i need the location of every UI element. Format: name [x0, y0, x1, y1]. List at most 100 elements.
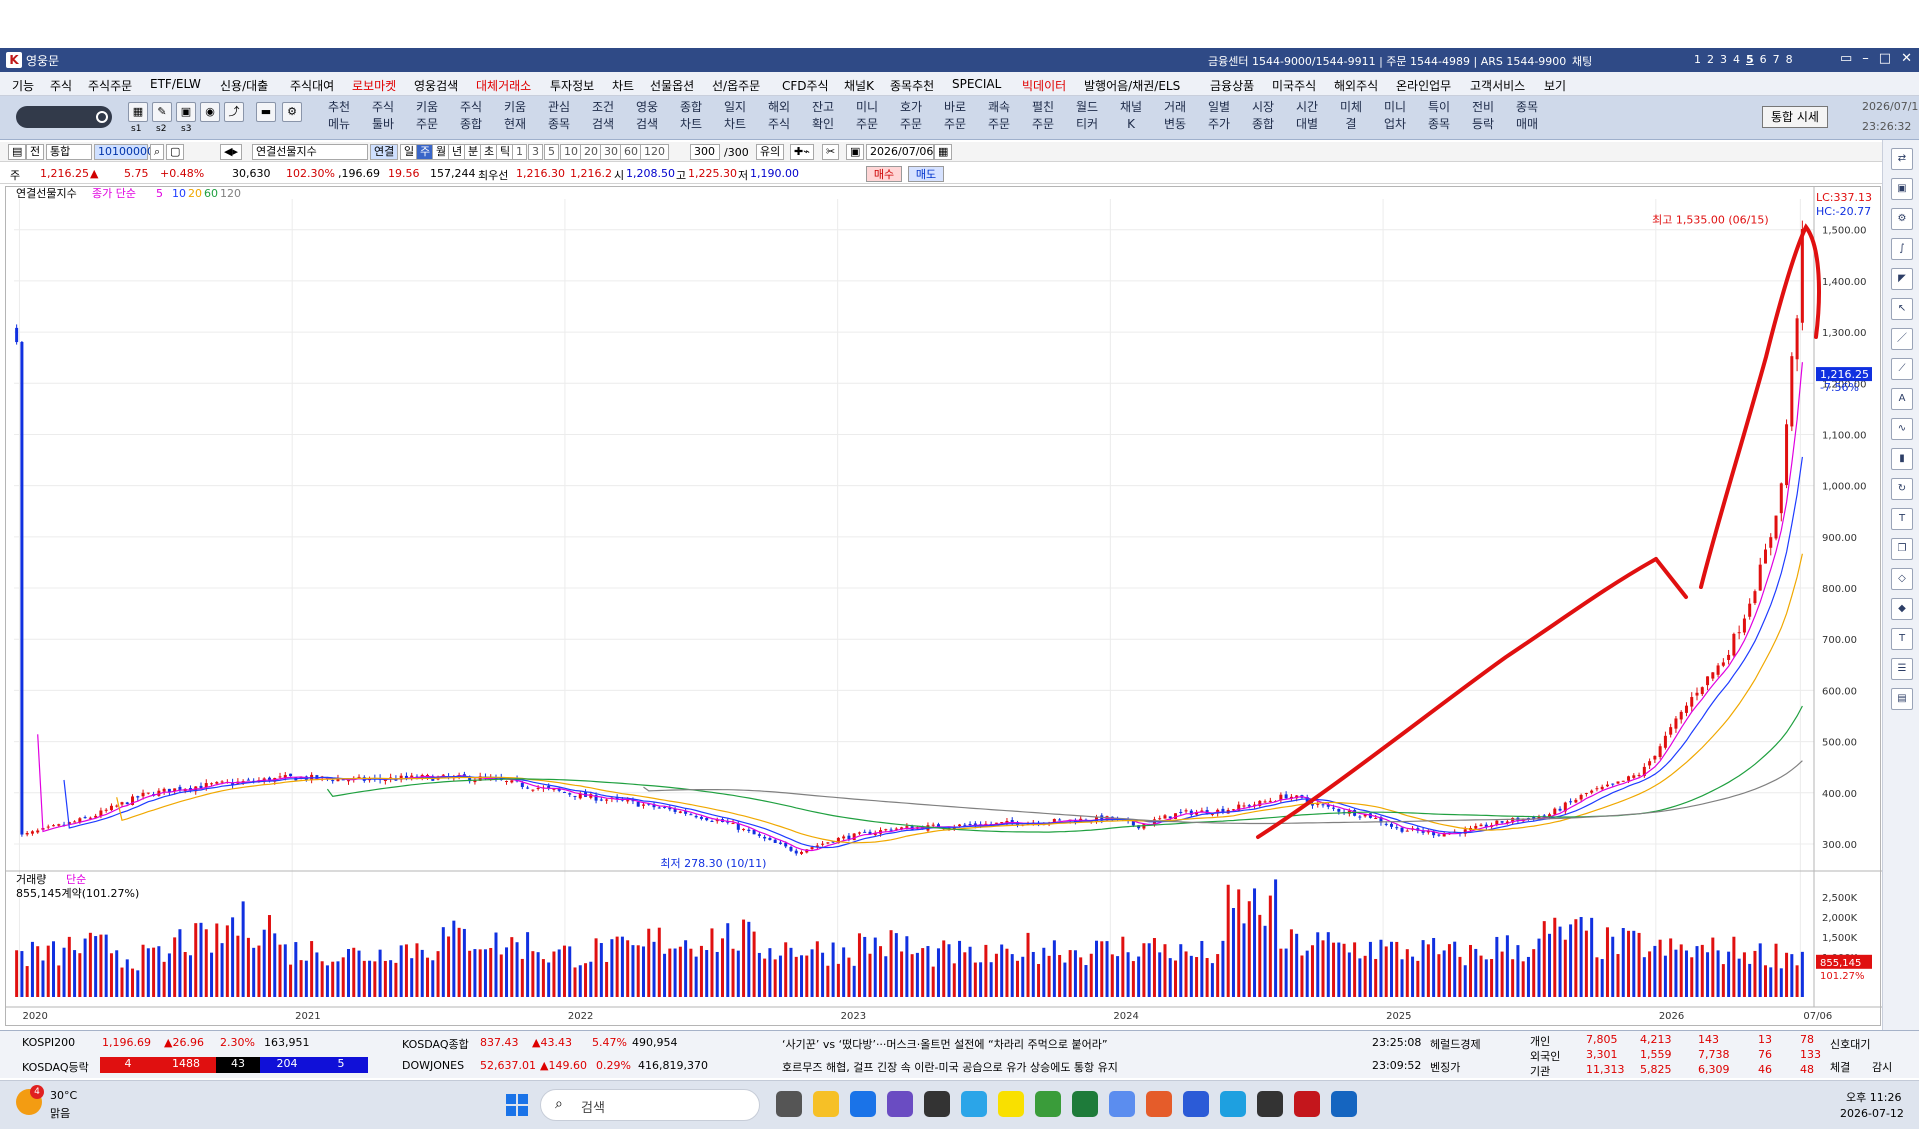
windows-start-icon[interactable]: [505, 1093, 529, 1117]
docs-icon[interactable]: [1220, 1091, 1246, 1117]
page-4[interactable]: 4: [1733, 53, 1740, 66]
text-box-icon[interactable]: T: [1891, 628, 1913, 650]
toolbar-button[interactable]: 키움 현재: [494, 99, 536, 137]
chat-button[interactable]: 채팅: [1572, 53, 1592, 69]
cursor-icon[interactable]: ↖: [1891, 298, 1913, 320]
menu-item[interactable]: 주식대여: [290, 77, 334, 94]
toolbar-button[interactable]: 종합 차트: [670, 99, 712, 137]
indicator-icon[interactable]: ∫: [1891, 238, 1913, 260]
camera-icon[interactable]: ◉: [200, 102, 220, 122]
close-icon[interactable]: ✕: [1901, 51, 1912, 66]
sync-icon[interactable]: ⇄: [1891, 148, 1913, 170]
tool-icon[interactable]: ✚⌁: [790, 144, 814, 160]
menu-item[interactable]: CFD주식: [782, 77, 829, 94]
all-button[interactable]: 전: [26, 144, 45, 160]
sell-button[interactable]: 매도: [908, 166, 944, 182]
page-5[interactable]: 5: [1746, 53, 1754, 66]
pen-icon[interactable]: ✎: [152, 102, 172, 122]
toolbar-button[interactable]: 키움 주문: [406, 99, 448, 137]
interval-button[interactable]: 60: [620, 144, 642, 160]
menu-item[interactable]: 선/옵주문: [712, 77, 760, 94]
toolbar-button[interactable]: 전비 등락: [1462, 99, 1504, 137]
save-icon[interactable]: ▣: [846, 144, 865, 160]
interval-button[interactable]: 1: [512, 144, 527, 160]
menu-item[interactable]: 로보마켓: [352, 77, 396, 94]
toolbar-button[interactable]: 관심 종목: [538, 99, 580, 137]
toolbar-button[interactable]: 추천 메뉴: [318, 99, 360, 137]
page-1[interactable]: 1: [1694, 53, 1701, 66]
list-icon[interactable]: ☰: [1891, 658, 1913, 680]
toolbar-button[interactable]: 일지 차트: [714, 99, 756, 137]
toolbar-button[interactable]: 종목 매매: [1506, 99, 1548, 137]
monitor-tab[interactable]: 감시: [1872, 1059, 1892, 1075]
menu-item[interactable]: 미국주식: [1272, 77, 1316, 94]
wave-icon[interactable]: ∿: [1891, 418, 1913, 440]
line-icon[interactable]: ／: [1891, 328, 1913, 350]
menu-item[interactable]: 금융상품: [1210, 77, 1254, 94]
gear-icon[interactable]: ⚙: [1891, 208, 1913, 230]
toolbar-button[interactable]: 호가 주문: [890, 99, 932, 137]
page-2[interactable]: 2: [1707, 53, 1714, 66]
caution-button[interactable]: 유의: [756, 144, 785, 160]
excel-icon[interactable]: [1072, 1091, 1098, 1117]
interval-button[interactable]: 30: [600, 144, 622, 160]
toolbar-button[interactable]: 해외 주식: [758, 99, 800, 137]
menu-item[interactable]: 발행어음/채권/ELS: [1084, 77, 1180, 94]
toolbar-button[interactable]: 미니 업차: [1374, 99, 1416, 137]
code-input[interactable]: 10100000: [94, 144, 154, 160]
interval-button[interactable]: 5: [544, 144, 559, 160]
menu-item[interactable]: 영웅검색: [414, 77, 458, 94]
toolbar-button[interactable]: 채널 K: [1110, 99, 1152, 137]
search-pill[interactable]: [16, 106, 112, 128]
minimize-icon[interactable]: –: [1862, 51, 1869, 66]
arrow-icon[interactable]: ↻: [1891, 478, 1913, 500]
page-8[interactable]: 8: [1786, 53, 1793, 66]
note-icon[interactable]: ❐: [1891, 538, 1913, 560]
page-7[interactable]: 7: [1773, 53, 1780, 66]
menu-item[interactable]: 주식: [50, 77, 72, 94]
taskview-icon[interactable]: [776, 1091, 802, 1117]
buy-button[interactable]: 매수: [866, 166, 902, 182]
text-icon[interactable]: T: [1891, 508, 1913, 530]
menu-item[interactable]: 주식주문: [88, 77, 132, 94]
menu-item[interactable]: 선물옵션: [650, 77, 694, 94]
page-3[interactable]: 3: [1720, 53, 1727, 66]
count-input[interactable]: 300: [690, 144, 720, 160]
menu-item[interactable]: 신용/대출: [220, 77, 268, 94]
interval-button[interactable]: 120: [640, 144, 669, 160]
candle-icon[interactable]: ▮: [1891, 448, 1913, 470]
kakaotalk-icon[interactable]: [998, 1091, 1024, 1117]
menu-item[interactable]: 해외주식: [1334, 77, 1378, 94]
item-name[interactable]: 연결선물지수: [252, 144, 368, 160]
menu-item[interactable]: 투자정보: [550, 77, 594, 94]
order-icon[interactable]: ▦: [128, 102, 148, 122]
menu-item[interactable]: 대체거래소: [476, 77, 531, 94]
lock-icon[interactable]: ▣: [176, 102, 196, 122]
menu-item[interactable]: 보기: [1544, 77, 1566, 94]
eraser-icon[interactable]: ◇: [1891, 568, 1913, 590]
news-headline-1[interactable]: ‘사기꾼’ vs ‘떴다방’···머스크·올트먼 설전에 “차라리 주먹으로 붙…: [782, 1036, 1108, 1052]
taskbar-search[interactable]: ⌕ 검색: [540, 1089, 760, 1121]
network-icon[interactable]: [1035, 1091, 1061, 1117]
sticky-icon[interactable]: [924, 1091, 950, 1117]
g-app-icon[interactable]: [1331, 1091, 1357, 1117]
toolbar-button[interactable]: 주식 종합: [450, 99, 492, 137]
chart-icon[interactable]: ◤: [1891, 268, 1913, 290]
eraser-all-icon[interactable]: ◆: [1891, 598, 1913, 620]
word-icon[interactable]: [1183, 1091, 1209, 1117]
link-icon[interactable]: ⤴: [224, 102, 244, 122]
history-icon[interactable]: ▢: [166, 144, 185, 160]
signal-wait[interactable]: 신호대기: [1830, 1036, 1870, 1052]
gear-icon[interactable]: ⚙: [282, 102, 302, 122]
edge-icon[interactable]: [850, 1091, 876, 1117]
export-icon[interactable]: ▤: [1891, 688, 1913, 710]
restore-icon[interactable]: ▭: [1840, 51, 1852, 66]
explorer-icon[interactable]: [813, 1091, 839, 1117]
toolbar-button[interactable]: 미체 결: [1330, 99, 1372, 137]
interval-button[interactable]: 20: [580, 144, 602, 160]
menu-item[interactable]: 채널K: [844, 77, 874, 94]
chart-area[interactable]: 연결선물지수 종가 단순 5 10 20 60 120 300.00 400.00 500.00 6…: [5, 186, 1882, 1026]
window-icon[interactable]: ▣: [1891, 178, 1913, 200]
toolbar-button[interactable]: 주식 툴바: [362, 99, 404, 137]
menu-item[interactable]: 온라인업무: [1396, 77, 1451, 94]
